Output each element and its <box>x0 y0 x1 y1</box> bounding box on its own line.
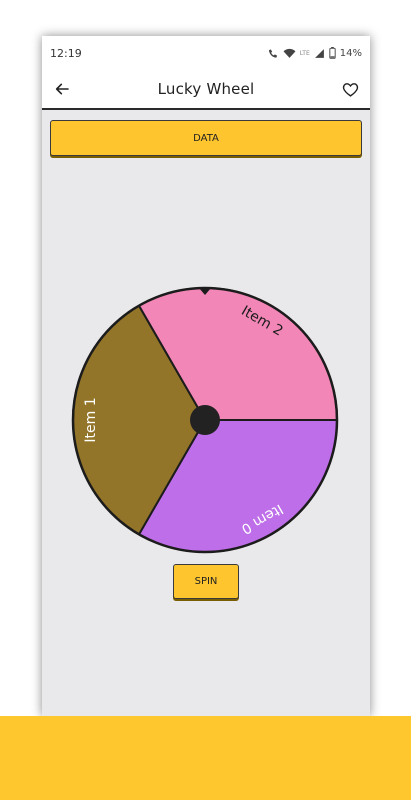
left-gutter <box>0 0 42 800</box>
bottom-banner <box>0 716 411 800</box>
spin-button[interactable]: SPIN <box>173 564 239 599</box>
wheel-segment-label: Item 1 <box>83 397 99 442</box>
app-screen: 12:19 LTE 14% Lucky Wheel DATA Item 0 It… <box>42 36 370 716</box>
wheel-hub <box>190 405 220 435</box>
spin-button-label: SPIN <box>194 576 218 587</box>
lucky-wheel[interactable]: Item 0Item 1Item 2 <box>42 36 370 716</box>
right-gutter <box>370 0 411 800</box>
